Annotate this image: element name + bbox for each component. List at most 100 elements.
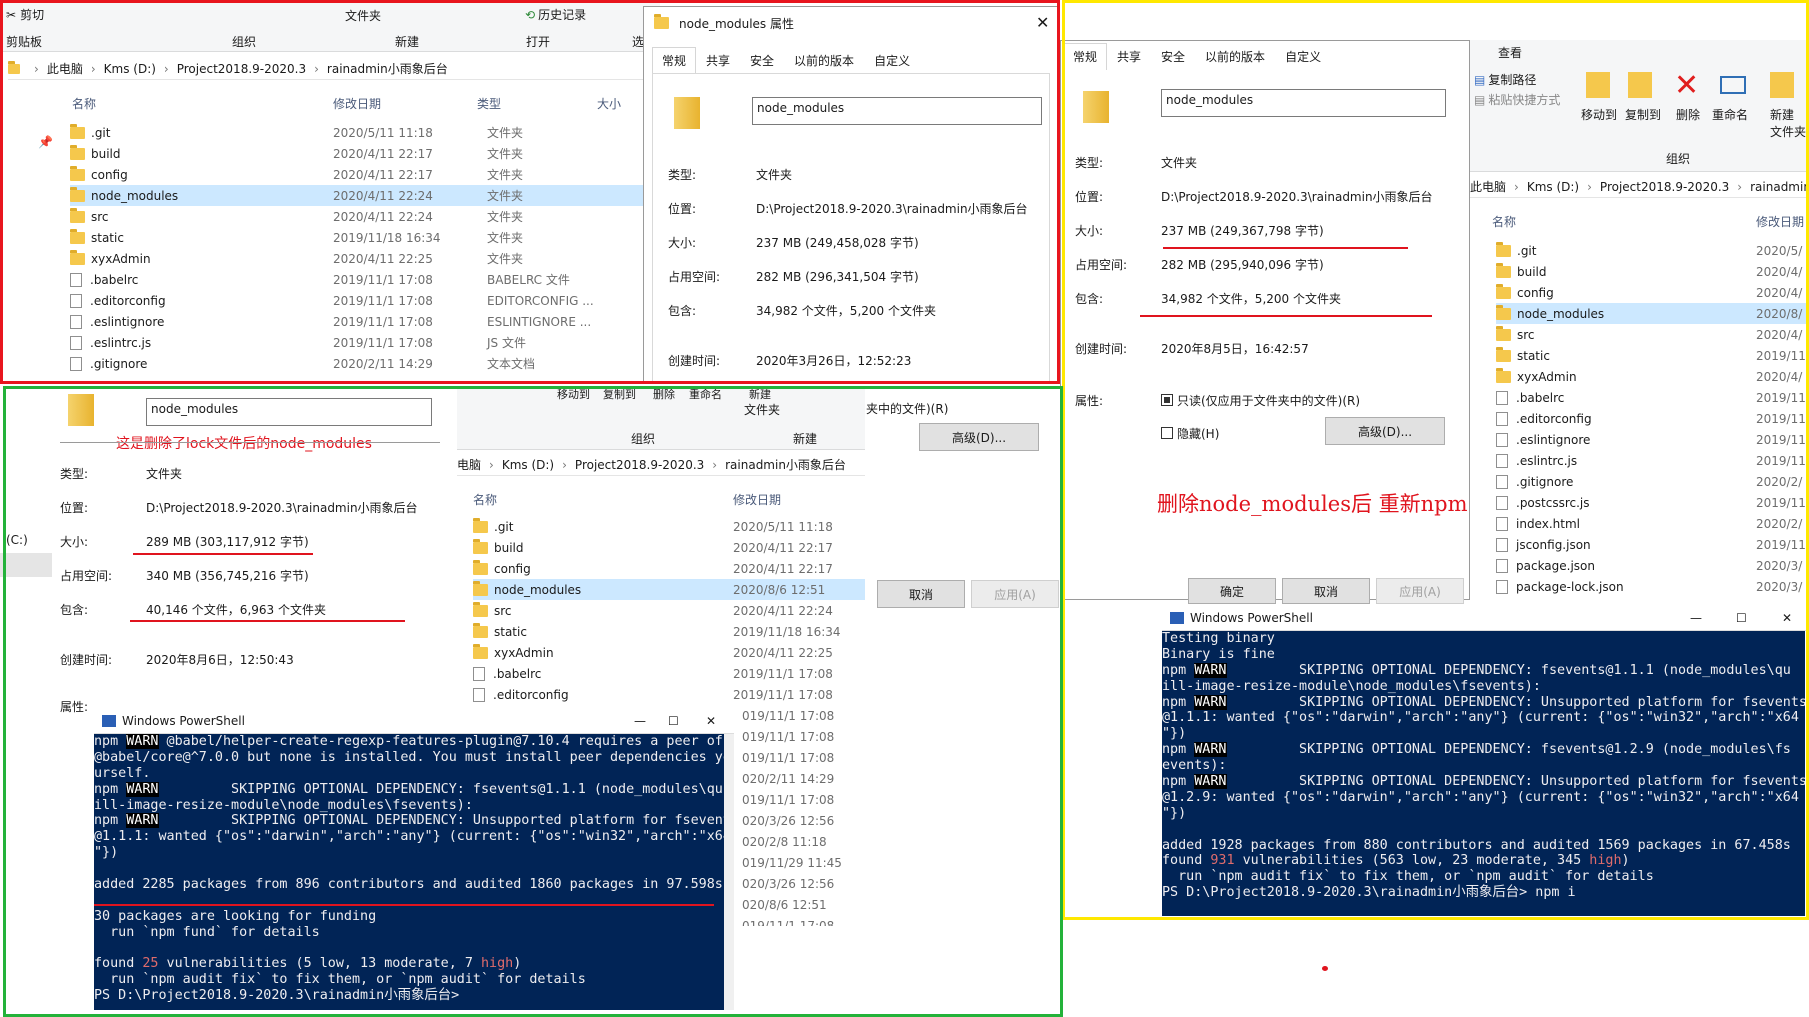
move-to-label[interactable]: 移动到 (1581, 106, 1617, 123)
column-header-size[interactable]: 大小 (597, 95, 621, 112)
list-item[interactable]: build 2020/4/11 22:17 文件夹 (70, 143, 660, 164)
breadcrumb[interactable]: › 此电脑 › Kms (D:) › Project2018.9-2020.3 › r… (8, 58, 658, 80)
breadcrumb[interactable]: 此电脑 › Kms (D:) › Project2018.9-2020.3 › rai… (1470, 176, 1809, 198)
readonly-checkbox[interactable]: 只读(仅应用于文件夹中的文件)(R) (1161, 392, 1360, 408)
list-item[interactable]: node_modules 2020/8/6 12:51 (473, 579, 865, 600)
drive-label[interactable]: (C:) (6, 533, 28, 547)
powershell-console[interactable]: npm WARN @babel/helper-create-regexp-fea… (94, 734, 724, 1010)
apply-button[interactable]: 应用(A) (1376, 578, 1464, 604)
list-item[interactable]: src 2020/4/11 22:24 (473, 600, 865, 621)
new-folder-icon[interactable] (1770, 72, 1794, 98)
new-label[interactable]: 新建 (749, 388, 771, 402)
close-icon[interactable]: ✕ (706, 714, 716, 728)
breadcrumb-item[interactable]: rainadmin小雨象后台 (725, 456, 846, 473)
tab-share[interactable]: 共享 (696, 47, 740, 74)
view-tab[interactable]: 查看 (1498, 44, 1522, 61)
breadcrumb-item[interactable]: Kms (D:) (502, 458, 554, 472)
tab-security[interactable]: 安全 (1151, 43, 1195, 70)
list-item[interactable]: xyxAdmin 2020/4/ (1496, 366, 1809, 387)
list-item[interactable]: .git 2020/5/11 11:18 (473, 516, 865, 537)
list-item[interactable]: static 2019/11/18 16:34 (473, 621, 865, 642)
minimize-icon[interactable]: — (1690, 611, 1702, 625)
list-item[interactable]: build 2020/4/ (1496, 261, 1809, 282)
new-folder-label[interactable]: 新建 (1770, 106, 1794, 123)
column-header-date[interactable]: 修改日期 (1756, 213, 1804, 230)
powershell-console[interactable]: Testing binary Binary is fine npm WARN SKI… (1162, 631, 1805, 916)
list-item[interactable]: config 2020/4/11 22:17 文件夹 (70, 164, 660, 185)
list-item[interactable]: xyxAdmin 2020/4/11 22:25 文件夹 (70, 248, 660, 269)
list-item[interactable]: build 2020/4/11 22:17 (473, 537, 865, 558)
history-button[interactable]: ⟲ 历史记录 (525, 4, 586, 25)
tab-previous-versions[interactable]: 以前的版本 (1195, 43, 1275, 70)
list-item[interactable]: xyxAdmin 2020/4/11 22:25 (473, 642, 865, 663)
tab-share[interactable]: 共享 (1107, 43, 1151, 70)
cancel-button[interactable]: 取消 (1282, 578, 1370, 604)
list-item[interactable]: .gitignore 2020/2/ (1496, 471, 1809, 492)
breadcrumb-item[interactable]: rainadmin小雨象后台 (327, 60, 448, 77)
column-header-type[interactable]: 类型 (477, 95, 501, 112)
move-to-icon[interactable] (1586, 72, 1610, 98)
paste-shortcut-button[interactable]: ▤ 粘贴快捷方式 (1474, 89, 1560, 110)
move-to-label[interactable]: 移动到 (557, 388, 590, 402)
scrollbar[interactable] (724, 734, 734, 1010)
list-item[interactable]: static 2019/11/18 16:34 文件夹 (70, 227, 660, 248)
breadcrumb-item[interactable]: 此电脑 (47, 60, 83, 77)
minimize-icon[interactable]: — (634, 714, 646, 728)
list-item[interactable]: .editorconfig 2019/11/1 17:08 (473, 684, 865, 705)
list-item[interactable]: .editorconfig 2019/11/1 17:08 EDITORCONFIG… (70, 290, 660, 311)
breadcrumb-item[interactable]: rainadmin (1750, 180, 1809, 194)
new-folder-label-2[interactable]: 文件夹 (1770, 123, 1806, 140)
rename-label[interactable]: 重命名 (1712, 106, 1748, 123)
list-item[interactable]: .eslintignore 2019/11 (1496, 429, 1809, 450)
breadcrumb-item[interactable]: Kms (D:) (104, 62, 156, 76)
breadcrumb-item[interactable]: 此电脑 (1470, 178, 1506, 195)
list-item[interactable]: static 2019/11 (1496, 345, 1809, 366)
delete-label[interactable]: 删除 (1676, 106, 1700, 123)
breadcrumb-item[interactable]: Project2018.9-2020.3 (1600, 180, 1729, 194)
maximize-icon[interactable]: ☐ (1736, 611, 1747, 625)
column-header-name[interactable]: 名称 (72, 95, 96, 112)
column-header-name[interactable]: 名称 (473, 491, 497, 508)
tab-customize[interactable]: 自定义 (864, 47, 920, 74)
list-item[interactable]: src 2020/4/ (1496, 324, 1809, 345)
list-item[interactable]: .git 2020/5/ (1496, 240, 1809, 261)
rename-label[interactable]: 重命名 (689, 388, 722, 402)
folder-name-input[interactable]: node_modules (146, 398, 432, 426)
list-item[interactable]: .babelrc 2019/11/1 17:08 (473, 663, 865, 684)
column-header-date[interactable]: 修改日期 (733, 491, 781, 508)
delete-icon[interactable]: ✕ (1674, 68, 1699, 103)
advanced-button[interactable]: 高级(D)... (919, 423, 1039, 451)
list-item[interactable]: node_modules 2020/8/ (1496, 303, 1809, 324)
copy-to-label[interactable]: 复制到 (603, 388, 636, 402)
list-item[interactable]: package-lock.json 2020/3/ (1496, 576, 1809, 597)
list-item[interactable]: config 2020/4/ (1496, 282, 1809, 303)
copy-to-icon[interactable] (1628, 72, 1652, 98)
copy-path-button[interactable]: ▤ 复制路径 (1474, 69, 1536, 90)
tab-previous-versions[interactable]: 以前的版本 (784, 47, 864, 74)
list-item[interactable]: .git 2020/5/11 11:18 文件夹 (70, 122, 660, 143)
tab-security[interactable]: 安全 (740, 47, 784, 74)
column-header-name[interactable]: 名称 (1492, 213, 1516, 230)
breadcrumb-item[interactable]: Project2018.9-2020.3 (575, 458, 704, 472)
copy-to-label[interactable]: 复制到 (1625, 106, 1661, 123)
tab-customize[interactable]: 自定义 (1275, 43, 1331, 70)
list-item[interactable]: .gitignore2020/2/11 14:29文本文档1 (70, 353, 660, 374)
list-item[interactable]: package.json 2020/3/ (1496, 555, 1809, 576)
list-item[interactable]: .babelrc2019/11/1 17:08BABELRC 文件1 (70, 269, 660, 290)
apply-button[interactable]: 应用(A) (971, 580, 1059, 608)
cut-button[interactable]: ✂ 剪切 (6, 4, 44, 25)
breadcrumb-item[interactable]: 电脑 (457, 456, 481, 473)
ok-button[interactable]: 确定 (1188, 578, 1276, 604)
tab-general[interactable]: 常规 (1063, 43, 1108, 70)
list-item[interactable]: .babelrc 2019/11 (1496, 387, 1809, 408)
breadcrumb-item[interactable]: Project2018.9-2020.3 (177, 62, 306, 76)
delete-label[interactable]: 删除 (653, 388, 675, 402)
close-icon[interactable]: ✕ (1036, 13, 1049, 32)
list-item[interactable]: .editorconfig 2019/11 (1496, 408, 1809, 429)
list-item[interactable]: node_modules 2020/4/11 22:24 文件夹 (70, 185, 660, 206)
folder-label[interactable]: 文件夹 (345, 7, 381, 24)
sidebar-item[interactable] (0, 553, 52, 577)
cancel-button[interactable]: 取消 (877, 580, 965, 608)
list-item[interactable]: src 2020/4/11 22:24 文件夹 (70, 206, 660, 227)
list-item[interactable]: .eslintignore 2019/11/1 17:08 ESLINTIGNORE… (70, 311, 660, 332)
